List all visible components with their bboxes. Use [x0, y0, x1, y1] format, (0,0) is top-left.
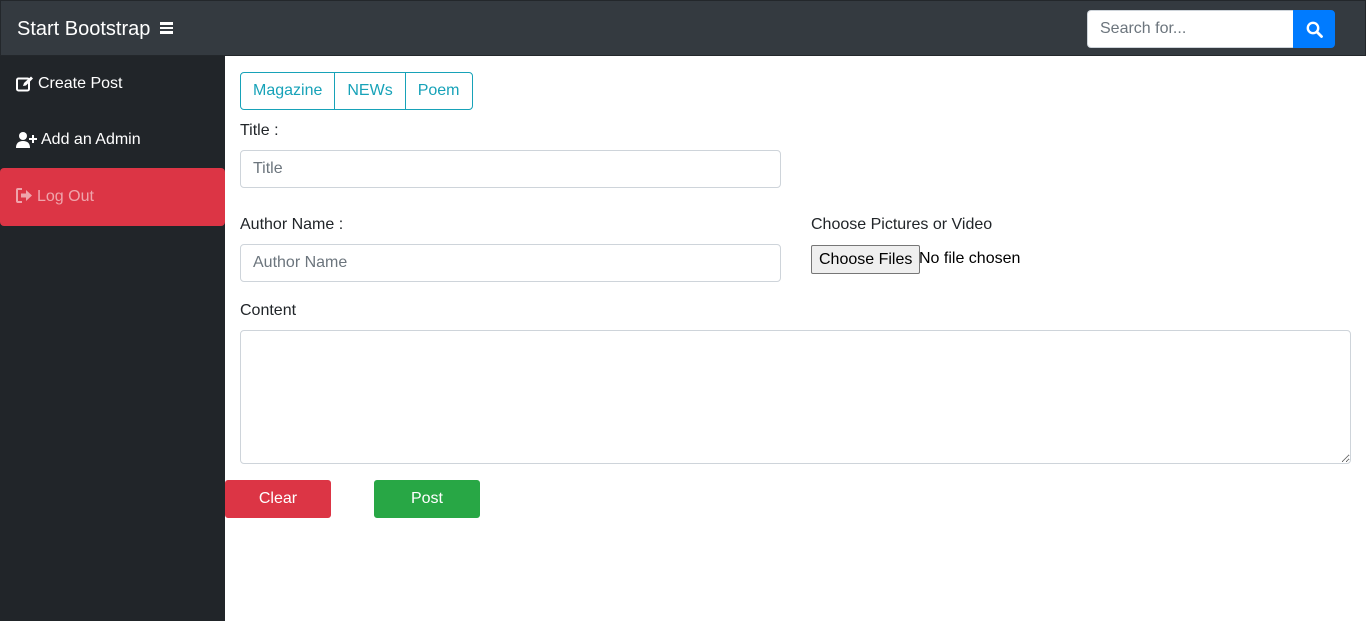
category-magazine-button[interactable]: Magazine — [240, 72, 336, 110]
top-navbar: Start Bootstrap — [0, 0, 1366, 56]
sidebar-item-label: Log Out — [37, 188, 94, 205]
main-content: Magazine NEWs Poem Title : Author Name :… — [225, 56, 1366, 621]
brand-title[interactable]: Start Bootstrap — [17, 17, 150, 41]
search-input[interactable] — [1087, 10, 1294, 48]
category-news-button[interactable]: NEWs — [334, 72, 406, 110]
sidebar-item-label: Add an Admin — [41, 131, 141, 148]
title-label: Title : — [240, 122, 279, 139]
category-poem-button[interactable]: Poem — [404, 72, 473, 110]
category-button-group: Magazine NEWs Poem — [240, 72, 473, 110]
sign-out-icon — [16, 188, 32, 203]
bars-icon[interactable] — [160, 20, 176, 38]
sidebar-item-create-post[interactable]: Create Post — [0, 56, 225, 112]
clear-button[interactable]: Clear — [225, 480, 331, 518]
title-input[interactable] — [240, 150, 781, 188]
choose-files-button[interactable]: Choose Files — [811, 245, 921, 274]
content-textarea[interactable] — [240, 330, 1351, 464]
sidebar-item-log-out[interactable]: Log Out — [0, 168, 225, 226]
sidebar-item-add-admin[interactable]: Add an Admin — [0, 112, 225, 168]
edit-icon — [16, 76, 33, 92]
content-label: Content — [240, 302, 297, 319]
user-plus-icon — [16, 132, 37, 148]
author-name-input[interactable] — [240, 244, 781, 282]
file-status-text: No file chosen — [919, 250, 1021, 267]
post-button[interactable]: Post — [374, 480, 480, 518]
sidebar-item-label: Create Post — [38, 75, 123, 92]
media-label: Choose Pictures or Video — [811, 216, 993, 233]
author-name-label: Author Name : — [240, 216, 344, 233]
sidebar: Create Post Add an Admin Log Out — [0, 56, 225, 621]
search-button[interactable] — [1293, 10, 1335, 48]
search-icon — [1306, 21, 1323, 38]
